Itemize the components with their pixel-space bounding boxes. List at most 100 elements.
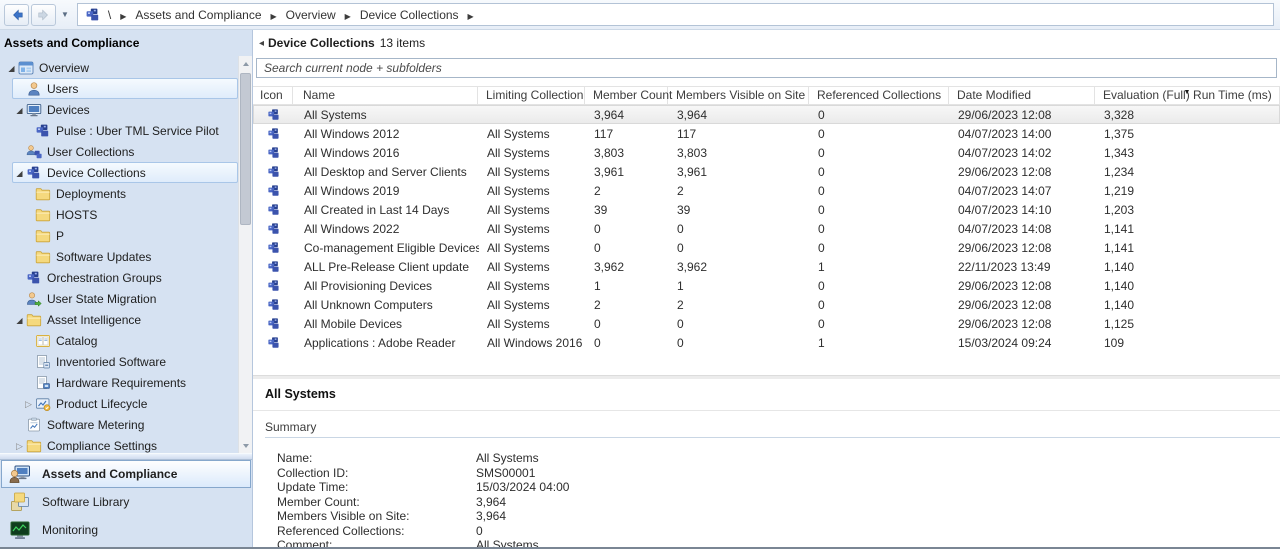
summary-field-label: Comment: [277, 538, 333, 547]
workspace-button-monitoring[interactable]: Monitoring [1, 516, 251, 544]
table-row-applications-adobe-reader[interactable]: Applications : Adobe Reader All Windows 2… [253, 333, 1280, 352]
table-row-all-provisioning-devices[interactable]: All Provisioning Devices All Systems 1 1 0 29… [253, 276, 1280, 295]
column-header-members-visible-on-site[interactable]: Members Visible on Site [668, 87, 809, 104]
search-input[interactable] [256, 58, 1277, 78]
workspace-button-label: Monitoring [42, 523, 99, 537]
column-header-referenced-collections[interactable]: Referenced Collections [809, 87, 949, 104]
sidebar-item-deployments[interactable]: Deployments [21, 183, 238, 204]
cell-evaluation_run_time_ms: 1,203 [1104, 202, 1135, 217]
table-row-all-unknown-computers[interactable]: All Unknown Computers All Systems 2 2 0 29/06… [253, 295, 1280, 314]
summary-field-comment: Comment: All Systems [253, 538, 1280, 547]
collection-icon [26, 165, 43, 181]
sidebar-item-user-state-migration[interactable]: User State Migration [12, 288, 238, 309]
user-collection-icon [26, 144, 43, 160]
expander-expanded-icon[interactable] [13, 162, 26, 184]
cell-limiting_collection: All Systems [487, 164, 550, 179]
expander-expanded-icon[interactable] [5, 57, 18, 79]
sidebar-item-user-collections[interactable]: User Collections [12, 141, 238, 162]
table-row-all-pre-release-client-update[interactable]: ALL Pre-Release Client update All Systems… [253, 257, 1280, 276]
breadcrumb-arrow-icon[interactable]: ▶ [271, 12, 277, 21]
sidebar-item-device-collections[interactable]: Device Collections [12, 162, 238, 183]
cell-limiting_collection: All Systems [487, 145, 550, 160]
summary-field-update-time: Update Time: 15/03/2024 04:00 [253, 480, 1280, 495]
column-header-member-count[interactable]: Member Count [585, 87, 672, 104]
column-header-name[interactable]: Name [293, 87, 478, 104]
tree-nav-splitter[interactable] [0, 453, 252, 460]
sidebar-item-p[interactable]: P [21, 225, 238, 246]
assets-icon [9, 463, 33, 485]
breadcrumb-arrow-icon[interactable]: ▶ [345, 12, 351, 21]
sidebar-item-inventoried-software[interactable]: Inventoried Software [21, 351, 238, 372]
results-count: 13 items [379, 36, 426, 50]
workspace-button-software-library[interactable]: Software Library [1, 488, 251, 516]
sidebar-item-devices[interactable]: Devices [12, 99, 238, 120]
sidebar-item-software-updates[interactable]: Software Updates [21, 246, 238, 267]
cell-evaluation_run_time_ms: 1,140 [1104, 297, 1135, 312]
scroll-down-button[interactable] [239, 438, 252, 453]
sidebar-item-users[interactable]: Users [12, 78, 238, 99]
scroll-up-button[interactable] [239, 56, 252, 71]
cell-name: All Windows 2016 [304, 145, 400, 160]
expander-collapsed-icon[interactable] [22, 393, 35, 415]
breadcrumb-item-overview[interactable]: Overview [286, 8, 336, 22]
sidebar-item-software-metering[interactable]: Software Metering [12, 414, 238, 435]
back-button[interactable] [4, 3, 29, 26]
sidebar-item-pulse-uber-tml-service-pilot[interactable]: Pulse : Uber TML Service Pilot [21, 120, 238, 141]
sidebar-item-asset-intelligence[interactable]: Asset Intelligence [12, 309, 238, 330]
table-row-all-windows-2016[interactable]: All Windows 2016 All Systems 3,803 3,803 0 04… [253, 143, 1280, 162]
overview-icon [18, 60, 35, 76]
breadcrumb-item-assets-and-compliance[interactable]: Assets and Compliance [135, 8, 261, 22]
sidebar-item-catalog[interactable]: Catalog [21, 330, 238, 351]
table-row-all-windows-2019[interactable]: All Windows 2019 All Systems 2 2 0 04/07/2023… [253, 181, 1280, 200]
sidebar-item-compliance-settings[interactable]: Compliance Settings [12, 435, 238, 453]
recent-locations-dropdown[interactable]: ▼ [61, 10, 69, 19]
breadcrumb-arrow-icon[interactable]: ▶ [468, 12, 474, 21]
column-header-label: Date Modified [957, 88, 1032, 102]
cell-evaluation_run_time_ms: 1,125 [1104, 316, 1135, 331]
collection-icon [254, 146, 294, 160]
breadcrumb-item-device-collections[interactable]: Device Collections [360, 8, 459, 22]
cell-referenced_collections: 1 [818, 259, 825, 274]
cell-date_modified: 04/07/2023 14:02 [958, 145, 1052, 160]
table-row-all-windows-2012[interactable]: All Windows 2012 All Systems 117 117 0 04/07/… [253, 124, 1280, 143]
table-row-co-management-eligible-devices[interactable]: Co-management Eligible Devices All System… [253, 238, 1280, 257]
table-row-all-systems[interactable]: All Systems 3,964 3,964 0 29/06/2023 12:08 3,… [253, 105, 1280, 124]
cell-limiting_collection: All Systems [487, 278, 550, 293]
sidebar-item-overview[interactable]: Overview [4, 57, 238, 78]
sort-desc-icon: ▼ [1183, 89, 1191, 96]
column-header-evaluation-full-run-time-ms[interactable]: Evaluation (Full) Run Time (ms) ▼ [1095, 87, 1280, 104]
table-row-all-created-in-last-14-days[interactable]: All Created in Last 14 Days All Systems 39… [253, 200, 1280, 219]
cell-evaluation_run_time_ms: 1,375 [1104, 126, 1135, 141]
cell-referenced_collections: 0 [818, 221, 825, 236]
cell-date_modified: 29/06/2023 12:08 [958, 297, 1052, 312]
details-divider [253, 410, 1280, 411]
breadcrumb-arrow-icon[interactable]: ▶ [120, 12, 126, 21]
cell-date_modified: 04/07/2023 14:00 [958, 126, 1052, 141]
expander-expanded-icon[interactable] [13, 309, 26, 331]
folder-icon [35, 228, 52, 244]
expander-collapsed-icon[interactable] [13, 435, 26, 454]
tree-scrollbar[interactable] [238, 56, 252, 453]
expander-expanded-icon[interactable] [13, 99, 26, 121]
sidebar-item-label: Hardware Requirements [56, 375, 187, 390]
results-header: ◂ Device Collections 13 items [253, 30, 1280, 56]
location-icon [85, 7, 101, 23]
table-empty-space [253, 352, 1280, 375]
table-row-all-desktop-and-server-clients[interactable]: All Desktop and Server Clients All System… [253, 162, 1280, 181]
collection-icon [254, 241, 294, 255]
scrollbar-thumb[interactable] [240, 73, 251, 225]
workspace-button-assets-and-compliance[interactable]: Assets and Compliance [1, 460, 251, 488]
forward-button[interactable] [31, 3, 56, 26]
sidebar-item-hardware-requirements[interactable]: Hardware Requirements [21, 372, 238, 393]
table-row-all-windows-2022[interactable]: All Windows 2022 All Systems 0 0 0 04/07/2023… [253, 219, 1280, 238]
column-header-limiting-collection[interactable]: Limiting Collection [478, 87, 585, 104]
column-header-label: Members Visible on Site [676, 88, 806, 102]
column-header-label: Limiting Collection [486, 88, 584, 102]
sidebar-item-product-lifecycle[interactable]: Product Lifecycle [21, 393, 238, 414]
column-header-date-modified[interactable]: Date Modified [949, 87, 1095, 104]
table-row-all-mobile-devices[interactable]: All Mobile Devices All Systems 0 0 0 29/06/20… [253, 314, 1280, 333]
sidebar-item-orchestration-groups[interactable]: Orchestration Groups [12, 267, 238, 288]
collapse-pane-button[interactable]: ◂ [255, 38, 268, 49]
sidebar-item-hosts[interactable]: HOSTS [21, 204, 238, 225]
column-header-icon[interactable]: Icon [253, 87, 293, 104]
